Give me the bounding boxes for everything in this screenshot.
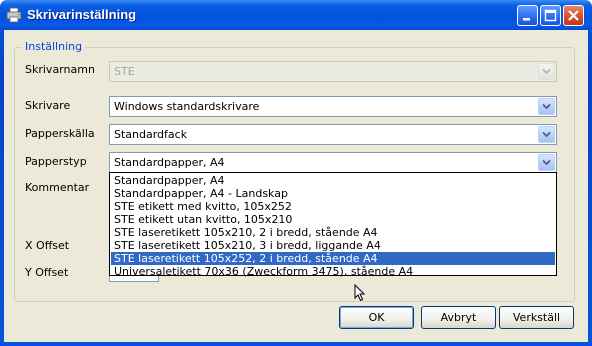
list-item[interactable]: STE laseretikett 105x210, 3 i bredd, lig…	[111, 239, 555, 252]
ok-button[interactable]: OK	[339, 306, 414, 329]
y-offset-label: Y Offset	[25, 266, 69, 279]
cancel-button[interactable]: Avbryt	[421, 306, 496, 329]
paper-source-value: Standardfack	[114, 128, 188, 141]
minimize-icon	[523, 18, 530, 21]
paper-type-label: Papperstyp	[25, 155, 87, 168]
paper-type-combobox[interactable]: Standardpapper, A4	[109, 152, 557, 173]
printer-name-combobox: STE	[109, 61, 557, 82]
list-item[interactable]: STE etikett utan kvitto, 105x210	[111, 213, 555, 226]
list-item[interactable]: STE laseretikett 105x210, 2 i bredd, stå…	[111, 226, 555, 239]
printer-name-label: Skrivarnamn	[25, 63, 95, 76]
close-icon	[568, 10, 579, 21]
chevron-down-icon	[538, 63, 555, 80]
paper-source-combobox[interactable]: Standardfack	[109, 124, 557, 145]
comment-label: Kommentar	[25, 181, 90, 194]
group-title: Inställning	[22, 40, 86, 53]
window-title: Skrivarinställning	[27, 7, 137, 22]
paper-type-value: Standardpapper, A4	[114, 156, 225, 169]
paper-type-dropdown-list[interactable]: Standardpapper, A4 Standardpapper, A4 - …	[109, 172, 557, 278]
close-button[interactable]	[563, 5, 584, 26]
paper-source-label: Papperskälla	[25, 127, 95, 140]
maximize-icon	[544, 9, 557, 22]
mouse-cursor-icon	[354, 284, 366, 302]
title-bar[interactable]: Skrivarinställning	[0, 0, 592, 30]
dialog-body: Inställning Skrivarnamn STE Skrivare Win…	[4, 30, 588, 342]
chevron-down-icon[interactable]	[538, 98, 555, 115]
printer-label: Skrivare	[25, 99, 71, 112]
printer-combobox[interactable]: Windows standardskrivare	[109, 96, 557, 117]
dialog-window: Skrivarinställning Inställning Skrivarna…	[0, 0, 592, 346]
minimize-button[interactable]	[517, 5, 538, 26]
list-item[interactable]: Universaletikett 70x36 (Zweckform 3475),…	[111, 265, 555, 278]
list-item[interactable]: Standardpapper, A4	[111, 174, 555, 187]
x-offset-label: X Offset	[25, 239, 70, 252]
chevron-down-icon[interactable]	[538, 126, 555, 143]
apply-button[interactable]: Verkställ	[499, 306, 574, 329]
list-item-selected[interactable]: STE laseretikett 105x252, 2 i bredd, stå…	[111, 252, 555, 265]
maximize-button[interactable]	[540, 5, 561, 26]
printer-value: Windows standardskrivare	[114, 100, 260, 113]
printer-name-value: STE	[114, 65, 135, 78]
printer-icon	[6, 7, 22, 23]
list-item[interactable]: STE etikett med kvitto, 105x252	[111, 200, 555, 213]
list-item[interactable]: Standardpapper, A4 - Landskap	[111, 187, 555, 200]
chevron-down-icon[interactable]	[538, 154, 555, 171]
